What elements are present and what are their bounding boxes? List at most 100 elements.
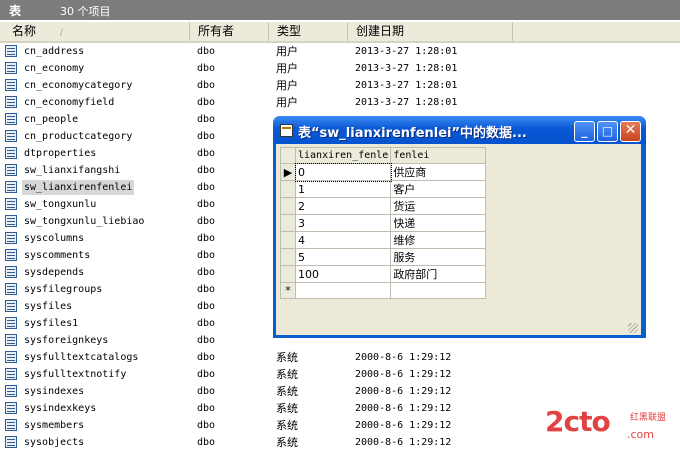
table-data-window[interactable]: 表“sw_lianxirenfenlei”中的数据... _ □ ✕ lianx… xyxy=(273,116,646,338)
grid-row[interactable]: 2 货运 xyxy=(280,197,487,215)
column-header-type[interactable]: 类型 xyxy=(269,22,348,41)
table-icon xyxy=(5,266,17,278)
row-name: cn_economy xyxy=(24,63,85,74)
row-owner: dbo xyxy=(197,420,216,431)
grid-cell-id[interactable]: 3 xyxy=(294,214,392,232)
close-button[interactable]: ✕ xyxy=(620,121,641,142)
row-date: 2000-8-6 1:29:12 xyxy=(355,369,452,380)
watermark-domain: .com xyxy=(627,428,654,441)
grid-cell-id[interactable]: 100 xyxy=(294,265,392,283)
row-date: 2013-3-27 1:28:01 xyxy=(355,80,458,91)
row-selector[interactable] xyxy=(280,180,296,198)
new-row-marker[interactable]: * xyxy=(280,282,296,299)
column-header-name[interactable]: 名称 / xyxy=(0,22,190,41)
row-name: dtproperties xyxy=(24,148,97,159)
grid-row[interactable]: 100 政府部门 xyxy=(280,265,487,283)
grid-cell-id[interactable]: 5 xyxy=(294,248,392,266)
watermark-sub: 红黑联盟 xyxy=(630,413,667,423)
table-row[interactable]: cn_economy dbo 用户 2013-3-27 1:28:01 xyxy=(0,60,680,77)
row-selector[interactable] xyxy=(280,214,296,232)
row-selector[interactable] xyxy=(280,231,296,249)
table-icon xyxy=(5,130,17,142)
row-name: sysindexkeys xyxy=(24,403,97,414)
row-selector[interactable]: ▶ xyxy=(280,163,296,181)
table-icon xyxy=(5,215,17,227)
row-name: sysdepends xyxy=(24,267,85,278)
grid-cell-id[interactable]: 2 xyxy=(294,197,392,215)
row-owner: dbo xyxy=(197,182,216,193)
row-type: 用户 xyxy=(276,45,298,58)
table-icon xyxy=(5,181,17,193)
grid-cell-category[interactable]: 客户 xyxy=(390,180,487,198)
grid-cell-empty[interactable] xyxy=(390,282,487,299)
grid-cell-category[interactable]: 货运 xyxy=(390,197,487,215)
column-header-date[interactable]: 创建日期 xyxy=(348,22,513,41)
column-header-owner[interactable]: 所有者 xyxy=(190,22,269,41)
resize-grip[interactable] xyxy=(628,323,638,333)
table-row[interactable]: sysindexes dbo 系统 2000-8-6 1:29:12 xyxy=(0,383,680,400)
grid-new-row[interactable]: * xyxy=(280,282,487,299)
table-row[interactable]: sysfulltextcatalogs dbo 系统 2000-8-6 1:29:12 xyxy=(0,349,680,366)
row-name: cn_address xyxy=(24,46,85,57)
table-icon xyxy=(5,45,17,57)
grid-cell-empty[interactable] xyxy=(294,282,392,299)
data-grid: lianxiren_fenle fenlei ▶ 0 供应商 1 客户 2 货运 3 快递 4 维修… xyxy=(280,147,487,299)
row-name: cn_economyfield xyxy=(24,97,115,108)
grid-column-header-1[interactable]: lianxiren_fenle xyxy=(294,147,392,164)
row-date: 2000-8-6 1:29:12 xyxy=(355,437,452,448)
row-owner: dbo xyxy=(197,114,216,125)
table-row[interactable]: cn_economyfield dbo 用户 2013-3-27 1:28:01 xyxy=(0,94,680,111)
row-owner: dbo xyxy=(197,437,216,448)
row-name: sw_tongxunlu xyxy=(24,199,97,210)
grid-row[interactable]: 4 维修 xyxy=(280,231,487,249)
grid-column-header-2[interactable]: fenlei xyxy=(390,147,487,164)
grid-row[interactable]: 5 服务 xyxy=(280,248,487,266)
grid-cell-category[interactable]: 供应商 xyxy=(390,163,487,181)
row-owner: dbo xyxy=(197,199,216,210)
row-owner: dbo xyxy=(197,386,216,397)
row-selector[interactable] xyxy=(280,197,296,215)
table-icon xyxy=(5,147,17,159)
row-type: 系统 xyxy=(276,419,298,432)
table-row[interactable]: sysfulltextnotify dbo 系统 2000-8-6 1:29:12 xyxy=(0,366,680,383)
column-header-row: 名称 / 所有者 类型 创建日期 xyxy=(0,22,680,43)
grid-cell-category[interactable]: 快递 xyxy=(390,214,487,232)
grid-cell-id[interactable]: 1 xyxy=(294,180,392,198)
grid-cell-category[interactable]: 服务 xyxy=(390,248,487,266)
grid-corner[interactable] xyxy=(280,147,296,164)
grid-cell-category[interactable]: 维修 xyxy=(390,231,487,249)
row-owner: dbo xyxy=(197,216,216,227)
row-name: sw_lianxifangshi xyxy=(24,165,121,176)
row-type: 用户 xyxy=(276,79,298,92)
row-owner: dbo xyxy=(197,267,216,278)
window-titlebar[interactable]: 表“sw_lianxirenfenlei”中的数据... _ □ ✕ xyxy=(273,116,646,144)
row-date: 2000-8-6 1:29:12 xyxy=(355,352,452,363)
row-owner: dbo xyxy=(197,352,216,363)
grid-row[interactable]: ▶ 0 供应商 xyxy=(280,162,487,182)
sort-indicator-icon: / xyxy=(60,28,64,38)
grid-row[interactable]: 3 快递 xyxy=(280,214,487,232)
row-type: 系统 xyxy=(276,368,298,381)
row-owner: dbo xyxy=(197,318,216,329)
table-row[interactable]: cn_economycategory dbo 用户 2013-3-27 1:28:01 xyxy=(0,77,680,94)
grid-row[interactable]: 1 客户 xyxy=(280,180,487,198)
row-date: 2013-3-27 1:28:01 xyxy=(355,97,458,108)
watermark-logo: 2cto xyxy=(545,405,611,438)
row-name: sysfiles1 xyxy=(24,318,79,329)
row-selector[interactable] xyxy=(280,265,296,283)
table-icon xyxy=(5,113,17,125)
row-selector[interactable] xyxy=(280,248,296,266)
window-title: 表“sw_lianxirenfenlei”中的数据... xyxy=(298,126,527,141)
grid-cell-id[interactable]: 0 xyxy=(294,162,392,182)
minimize-button[interactable]: _ xyxy=(574,121,595,142)
table-row[interactable]: cn_address dbo 用户 2013-3-27 1:28:01 xyxy=(0,43,680,60)
grid-cell-category[interactable]: 政府部门 xyxy=(390,265,487,283)
table-icon xyxy=(5,351,17,363)
item-count: 30 个项目 xyxy=(60,5,111,18)
table-icon xyxy=(5,402,17,414)
row-name: sysfulltextcatalogs xyxy=(24,352,139,363)
row-owner: dbo xyxy=(197,301,216,312)
row-name: sw_tongxunlu_liebiao xyxy=(24,216,145,227)
grid-cell-id[interactable]: 4 xyxy=(294,231,392,249)
maximize-button[interactable]: □ xyxy=(597,121,618,142)
